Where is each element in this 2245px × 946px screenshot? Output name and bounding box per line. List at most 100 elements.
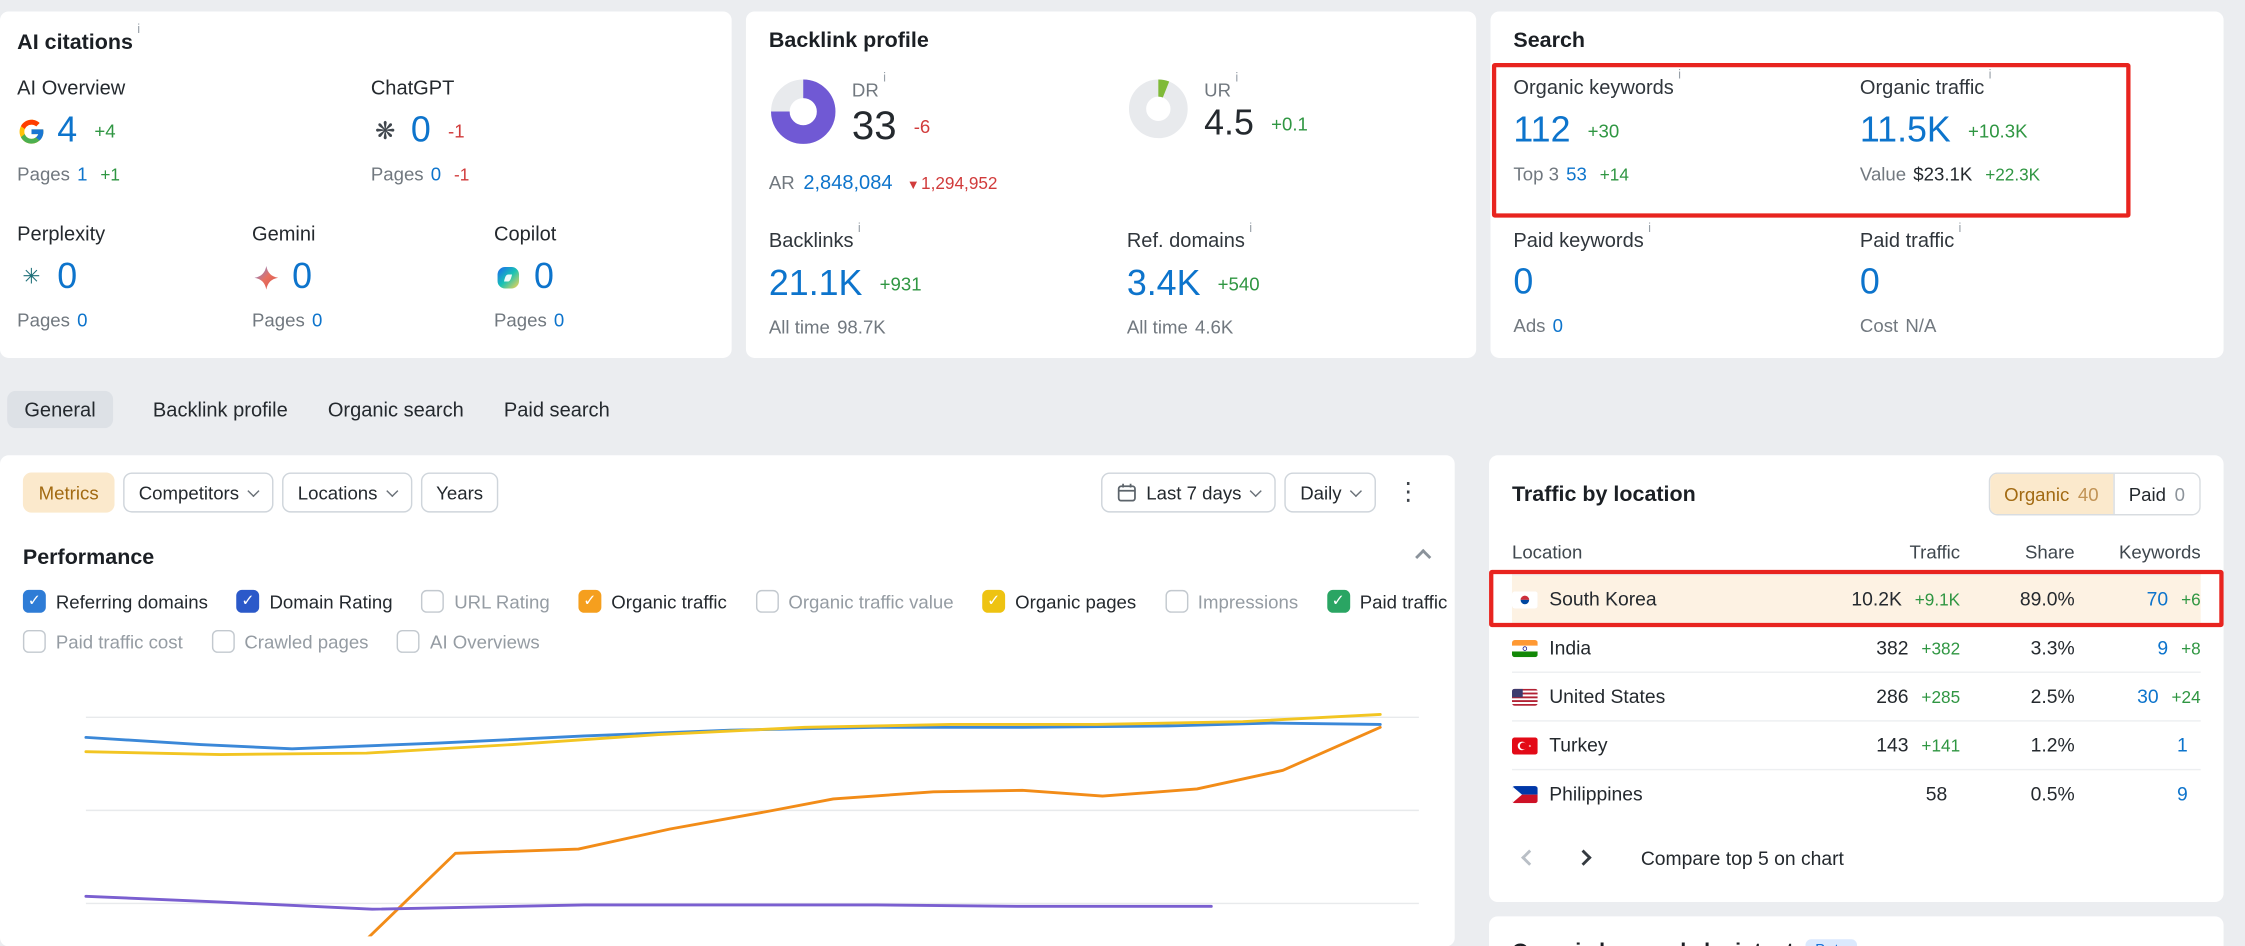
info-icon[interactable]: i <box>1989 67 1992 81</box>
backlink-profile-title: Backlink profile <box>769 29 929 53</box>
next-page-button[interactable] <box>1566 836 1600 879</box>
info-icon[interactable]: i <box>858 220 861 234</box>
copilot-count[interactable]: 0 <box>534 257 554 299</box>
info-icon[interactable]: i <box>1249 220 1252 234</box>
date-range-dropdown[interactable]: Last 7 days <box>1100 472 1275 512</box>
ai-overview-pages-link[interactable]: 1 <box>77 164 87 185</box>
ar-label: AR <box>769 172 795 193</box>
competitors-dropdown[interactable]: Competitors <box>123 472 273 512</box>
top3-link[interactable]: 53 <box>1566 163 1587 184</box>
checkbox-organic-pages[interactable]: ✓Organic pages <box>982 590 1136 613</box>
chatgpt-pages-link[interactable]: 0 <box>431 164 441 185</box>
paid-toggle-button[interactable]: Paid 0 <box>2113 474 2199 514</box>
years-button[interactable]: Years <box>420 472 498 512</box>
checkbox-referring-domains[interactable]: ✓Referring domains <box>23 590 208 613</box>
traffic-by-location-card: Traffic by location Organic 40 Paid 0 Lo… <box>1489 455 2224 902</box>
info-icon[interactable]: i <box>1648 220 1651 234</box>
ai-overview-metric: AI Overview 4 +4 <box>17 76 371 185</box>
info-icon[interactable]: i <box>1235 70 1238 84</box>
checkbox-paid-traffic[interactable]: ✓Paid traffic <box>1327 590 1448 613</box>
paid-keywords-count-link[interactable]: 0 <box>1513 262 1533 304</box>
checkbox-ai-overviews[interactable]: ✓AI Overviews <box>397 630 540 653</box>
checkbox-box: ✓ <box>1165 590 1188 613</box>
intent-title: Organic keywords by intent <box>1512 939 1794 946</box>
keywords-link[interactable]: 9 <box>2157 637 2168 658</box>
location-row-south-korea: South Korea 10.2K+9.1K 89.0% 70+6 <box>1512 574 2201 623</box>
dr-label: DR <box>852 79 879 100</box>
perplexity-icon: ✳ <box>17 263 46 292</box>
ai-overview-count[interactable]: 4 <box>57 111 77 153</box>
checkbox-organic-traffic[interactable]: ✓Organic traffic <box>578 590 726 613</box>
organic-keywords-count-link[interactable]: 112 <box>1513 110 1570 152</box>
organic-traffic-count-link[interactable]: 11.5K <box>1860 110 1951 152</box>
checkbox-box: ✓ <box>421 590 444 613</box>
info-icon[interactable]: i <box>137 21 140 35</box>
tab-backlink-profile[interactable]: Backlink profile <box>153 391 288 428</box>
dr-donut-chart <box>769 77 838 153</box>
keywords-link[interactable]: 70 <box>2147 588 2169 609</box>
collapse-section-button[interactable] <box>1417 544 1428 570</box>
checkbox-domain-rating[interactable]: ✓Domain Rating <box>237 590 393 613</box>
perplexity-count[interactable]: 0 <box>57 257 77 299</box>
info-icon[interactable]: i <box>1678 67 1681 81</box>
prev-page-button[interactable] <box>1512 836 1546 879</box>
location-row-turkey: Turkey 143+141 1.2% 1 <box>1512 720 2201 769</box>
locations-dropdown[interactable]: Locations <box>282 472 412 512</box>
info-icon[interactable]: i <box>1959 220 1962 234</box>
perplexity-pages-link[interactable]: 0 <box>77 310 87 331</box>
tab-general[interactable]: General <box>7 391 113 428</box>
checkbox-box: ✓ <box>578 590 601 613</box>
keywords-link[interactable]: 1 <box>2177 735 2188 756</box>
ai-citations-card: AI citationsi AI Overview <box>0 11 732 357</box>
copilot-pages-link[interactable]: 0 <box>554 310 564 331</box>
ads-link[interactable]: 0 <box>1553 315 1563 336</box>
info-icon[interactable]: i <box>883 70 886 84</box>
location-row-india: India 382+382 3.3% 9+8 <box>1512 623 2201 672</box>
checkbox-box: ✓ <box>1327 590 1350 613</box>
copilot-icon <box>494 263 523 292</box>
more-options-button[interactable]: ⋮ <box>1385 478 1432 507</box>
gemini-pages-link[interactable]: 0 <box>312 310 322 331</box>
checkbox-url-rating[interactable]: ✓URL Rating <box>421 590 549 613</box>
tab-paid-search[interactable]: Paid search <box>504 391 610 428</box>
google-icon <box>17 117 46 146</box>
metric-checkbox-row-2: ✓Paid traffic cost ✓Crawled pages ✓AI Ov… <box>23 630 1432 653</box>
metric-checkbox-row-1: ✓Referring domains ✓Domain Rating ✓URL R… <box>23 590 1432 613</box>
chevron-right-icon <box>1575 850 1591 866</box>
checkbox-crawled-pages[interactable]: ✓Crawled pages <box>211 630 368 653</box>
checkbox-organic-traffic-value[interactable]: ✓Organic traffic value <box>755 590 953 613</box>
organic-traffic-metric: Organic traffici 11.5K +10.3K Value $23.… <box>1860 74 2206 184</box>
paid-traffic-count-link[interactable]: 0 <box>1860 262 1880 304</box>
checkbox-paid-traffic-cost[interactable]: ✓Paid traffic cost <box>23 630 183 653</box>
gemini-metric: Gemini 0 Pages <box>252 222 494 331</box>
checkbox-impressions[interactable]: ✓Impressions <box>1165 590 1298 613</box>
flag-south-korea-icon <box>1512 591 1538 608</box>
chatgpt-count[interactable]: 0 <box>411 111 431 153</box>
chart-toolbar: Metrics Competitors Locations Years <box>23 472 1432 512</box>
ref-domains-count-link[interactable]: 3.4K <box>1127 263 1201 305</box>
compare-top5-link[interactable]: Compare top 5 on chart <box>1641 847 1844 868</box>
location-table-header: Location Traffic Share Keywords <box>1512 541 2201 574</box>
chevron-down-icon <box>386 484 398 496</box>
checkbox-box: ✓ <box>982 590 1005 613</box>
metrics-button[interactable]: Metrics <box>23 472 114 512</box>
granularity-dropdown[interactable]: Daily <box>1284 472 1376 512</box>
paid-keywords-metric: Paid keywordsi 0 Ads 0 <box>1513 227 1859 337</box>
backlinks-count-link[interactable]: 21.1K <box>769 263 863 305</box>
tab-organic-search[interactable]: Organic search <box>328 391 464 428</box>
backlinks-metric: Backlinksi 21.1K +931 All time 98.7K <box>769 228 1127 338</box>
beta-badge: Beta <box>1805 939 1857 946</box>
backlink-profile-card: Backlink profile DRi 33 <box>746 11 1476 357</box>
keywords-link[interactable]: 9 <box>2177 783 2188 804</box>
ref-domains-metric: Ref. domainsi 3.4K +540 All time 4.6K <box>1127 228 1459 338</box>
report-tabs: General Backlink profile Organic search … <box>0 389 2245 429</box>
organic-toggle-button[interactable]: Organic 40 <box>1990 474 2113 514</box>
flag-philippines-icon <box>1512 785 1538 802</box>
copilot-metric: Copilot 0 <box>494 222 564 331</box>
calendar-icon <box>1116 483 1136 503</box>
checkbox-box: ✓ <box>23 590 46 613</box>
triangle-down-icon: ▼ <box>907 178 920 192</box>
keywords-link[interactable]: 30 <box>2137 686 2159 707</box>
ar-value-link[interactable]: 2,848,084 <box>803 170 892 193</box>
gemini-count[interactable]: 0 <box>292 257 312 299</box>
